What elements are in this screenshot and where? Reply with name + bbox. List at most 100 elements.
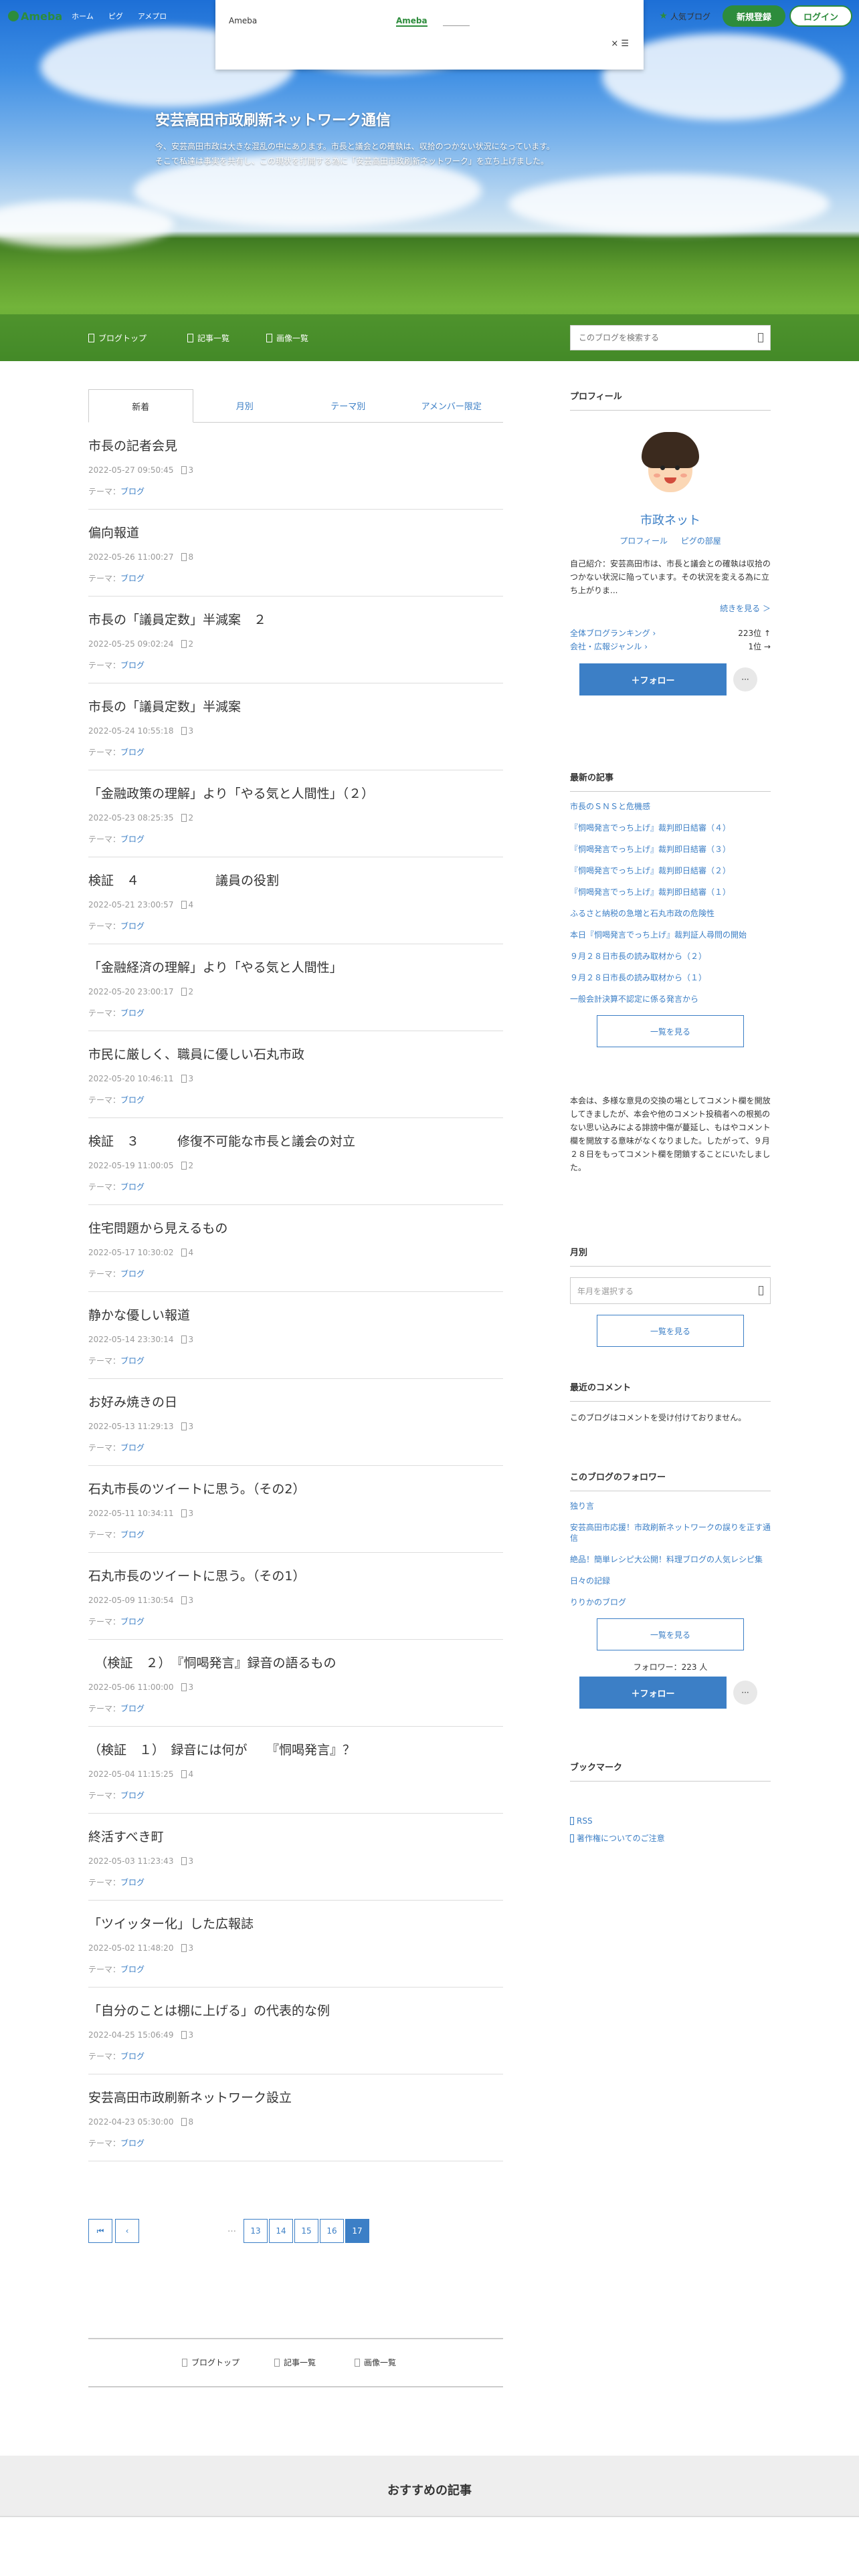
entry-comment-count[interactable]: 2 xyxy=(188,639,193,649)
entry-comment-count[interactable]: 3 xyxy=(188,1943,193,1953)
entry-title[interactable]: お好み焼きの日 xyxy=(88,1392,177,1410)
pager-page[interactable]: 15 xyxy=(294,2219,318,2243)
entry-comment-count[interactable]: 3 xyxy=(188,1683,193,1692)
blog-search-input[interactable] xyxy=(571,326,738,350)
follower-blog-link[interactable]: 独り言 xyxy=(570,1501,771,1511)
entry-title[interactable]: 市長の記者会見 xyxy=(88,436,177,454)
footer-images[interactable]: 画像一覧 xyxy=(355,2357,396,2368)
entry-title[interactable]: 検証 ３ 修復不可能な市長と議会の対立 xyxy=(88,1132,355,1150)
search-icon[interactable] xyxy=(758,333,763,342)
entry-title[interactable]: 「金融政策の理解」より「やる気と人間性」（２） xyxy=(88,784,374,802)
theme-link[interactable]: ブログ xyxy=(120,1008,145,1018)
ranking-genre-link[interactable]: 会社・広報ジャンル › xyxy=(570,641,648,652)
latest-entry-link[interactable]: 『恫喝発言でっち上げ』裁判即日結審（４） xyxy=(570,823,771,833)
follower-blog-link[interactable]: 日々の記録 xyxy=(570,1576,771,1586)
theme-link[interactable]: ブログ xyxy=(120,1356,145,1366)
theme-link[interactable]: ブログ xyxy=(120,1704,145,1713)
theme-link[interactable]: ブログ xyxy=(120,1617,145,1626)
latest-entry-link[interactable]: 『恫喝発言でっち上げ』裁判即日結審（２） xyxy=(570,865,771,876)
follower-blog-link[interactable]: りりかのブログ xyxy=(570,1597,771,1608)
month-select[interactable]: 年月を選択する xyxy=(570,1277,771,1304)
theme-link[interactable]: ブログ xyxy=(120,1791,145,1800)
entry-comment-count[interactable]: 3 xyxy=(188,726,193,736)
pager-page[interactable]: 13 xyxy=(244,2219,268,2243)
entry-comment-count[interactable]: 3 xyxy=(188,465,193,475)
theme-link[interactable]: ブログ xyxy=(120,1965,145,1974)
followers-list-button[interactable]: 一覧を見る xyxy=(597,1618,744,1650)
tab-theme[interactable]: テーマ別 xyxy=(296,389,400,422)
entry-comment-count[interactable]: 2 xyxy=(188,1161,193,1170)
ameba-logo[interactable]: Ameba xyxy=(8,10,62,23)
entry-title[interactable]: 「自分のことは棚に上げる」の代表的な例 xyxy=(88,2001,330,2019)
latest-entry-link[interactable]: 一般会計決算不認定に係る発言から xyxy=(570,994,771,1004)
entry-title[interactable]: （検証 ２） 『恫喝発言』録音の語るもの xyxy=(88,1653,337,1671)
entry-title[interactable]: 石丸市長のツイートに思う。（その2） xyxy=(88,1479,305,1497)
theme-link[interactable]: ブログ xyxy=(120,1095,145,1105)
theme-link[interactable]: ブログ xyxy=(120,1182,145,1192)
theme-link[interactable]: ブログ xyxy=(120,661,145,670)
latest-entry-link[interactable]: 市長のＳＮＳと危機感 xyxy=(570,801,771,812)
theme-link[interactable]: ブログ xyxy=(120,922,145,931)
entry-comment-count[interactable]: 4 xyxy=(188,900,193,909)
entry-comment-count[interactable]: 3 xyxy=(188,1856,193,1866)
more-options-icon[interactable]: ··· xyxy=(733,667,757,691)
more-options-icon[interactable]: ··· xyxy=(733,1681,757,1705)
ad-link[interactable]: Ameba xyxy=(396,16,427,27)
entry-title[interactable]: 検証 ４ 議員の役割 xyxy=(88,871,279,889)
ranking-overall-link[interactable]: 全体ブログランキング › xyxy=(570,627,656,639)
ad-close-icon[interactable]: × ☰ xyxy=(611,39,629,49)
latest-list-button[interactable]: 一覧を見る xyxy=(597,1015,744,1047)
read-more-label[interactable]: 続きを見る ＞ xyxy=(720,604,771,613)
tab-amember[interactable]: アメンバー限定 xyxy=(400,389,504,422)
follower-blog-link[interactable]: 絶品！簡単レシピ大公開！料理ブログの人気レシピ集 xyxy=(570,1554,771,1565)
footer-entries[interactable]: 記事一覧 xyxy=(274,2357,316,2368)
theme-link[interactable]: ブログ xyxy=(120,2139,145,2148)
theme-link[interactable]: ブログ xyxy=(120,487,145,496)
entry-comment-count[interactable]: 3 xyxy=(188,2030,193,2040)
register-button[interactable]: 新規登録 xyxy=(723,5,785,27)
pager-page-current[interactable]: 17 xyxy=(345,2219,369,2243)
latest-entry-link[interactable]: ９月２８日市長の読み取材から（１） xyxy=(570,972,771,983)
theme-link[interactable]: ブログ xyxy=(120,574,145,583)
pigg-room-link[interactable]: ピグの部屋 xyxy=(681,536,721,546)
pager-page[interactable]: 16 xyxy=(320,2219,344,2243)
entry-title[interactable]: 「ツイッター化」した広報誌 xyxy=(88,1914,254,1932)
blog-title[interactable]: 安芸高田市政刷新ネットワーク通信 xyxy=(155,108,391,130)
tab-monthly[interactable]: 月別 xyxy=(193,389,297,422)
theme-link[interactable]: ブログ xyxy=(120,1269,145,1279)
pager-prev-button[interactable]: ‹ xyxy=(115,2219,139,2243)
latest-entry-link[interactable]: 本日『恫喝発言でっち上げ』裁判証人尋問の開始 xyxy=(570,930,771,940)
popular-blog-link[interactable]: ★ 人気ブログ xyxy=(659,11,710,22)
profile-name[interactable]: 市政ネット xyxy=(570,511,771,528)
follow-button[interactable]: ＋フォロー xyxy=(579,663,727,695)
entry-title[interactable]: 市長の「議員定数」半減案 xyxy=(88,697,241,715)
theme-link[interactable]: ブログ xyxy=(120,835,145,844)
entry-title[interactable]: 静かな優しい報道 xyxy=(88,1305,190,1323)
follow-button[interactable]: ＋フォロー xyxy=(579,1677,727,1709)
entry-comment-count[interactable]: 2 xyxy=(188,987,193,996)
entry-title[interactable]: （検証 １） 録音には何が 『恫喝発言』？ xyxy=(88,1740,355,1758)
footer-blog-top[interactable]: ブログトップ xyxy=(182,2357,240,2368)
pager-page[interactable]: 14 xyxy=(269,2219,293,2243)
latest-entry-link[interactable]: 『恫喝発言でっち上げ』裁判即日結審（１） xyxy=(570,887,771,897)
entry-comment-count[interactable]: 3 xyxy=(188,1422,193,1431)
entry-comment-count[interactable]: 8 xyxy=(188,552,193,562)
entry-comment-count[interactable]: 3 xyxy=(188,1509,193,1518)
login-button[interactable]: ログイン xyxy=(789,5,852,27)
entry-title[interactable]: 安芸高田市政刷新ネットワーク設立 xyxy=(88,2088,292,2106)
subnav-entries[interactable]: 記事一覧 xyxy=(187,332,229,344)
tab-new[interactable]: 新着 xyxy=(88,389,193,423)
entry-title[interactable]: 偏向報道 xyxy=(88,523,139,541)
nav-amepro[interactable]: アメプロ xyxy=(138,11,167,21)
entry-comment-count[interactable]: 2 xyxy=(188,813,193,823)
copyright-link[interactable]: 著作権についてのご注意 xyxy=(570,1832,771,1844)
entry-comment-count[interactable]: 3 xyxy=(188,1335,193,1344)
entry-title[interactable]: 市民に厳しく、職員に優しい石丸市政 xyxy=(88,1045,304,1063)
entry-comment-count[interactable]: 3 xyxy=(188,1596,193,1605)
latest-entry-link[interactable]: ９月２８日市長の読み取材から（２） xyxy=(570,951,771,962)
pager-first-button[interactable]: ⏮ xyxy=(88,2219,112,2243)
follower-blog-link[interactable]: 安芸高田市応援！市政刷新ネットワークの誤りを正す通信 xyxy=(570,1522,771,1543)
subnav-images[interactable]: 画像一覧 xyxy=(266,332,308,344)
subnav-blog-top[interactable]: ブログトップ xyxy=(88,332,147,344)
entry-title[interactable]: 終活すべき町 xyxy=(88,1827,164,1845)
